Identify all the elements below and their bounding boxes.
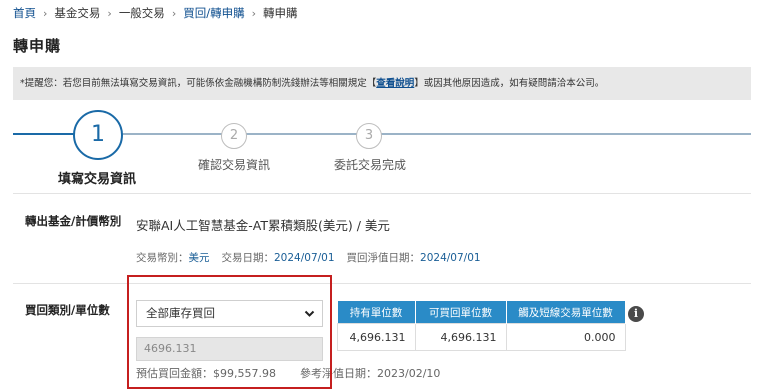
breadcrumb-general-trade: 一般交易 bbox=[118, 6, 165, 20]
breadcrumb-redeem-switch[interactable]: 買回/轉申購 bbox=[183, 5, 244, 21]
divider bbox=[13, 193, 751, 194]
table-header-row: 持有單位數 可買回單位數 觸及短線交易單位數 bbox=[337, 301, 626, 324]
nav-date-label: 買回淨值日期： bbox=[346, 252, 421, 264]
short-term-units: 0.000 bbox=[505, 323, 626, 351]
notice-banner: *提醒您：若您目前無法填寫交易資訊，可能係依金融機構防制洗錢辦法等相關規定【查看… bbox=[13, 67, 751, 100]
breadcrumb-separator: › bbox=[171, 6, 177, 20]
ref-date-value: 2023/02/10 bbox=[377, 367, 441, 380]
notice-suffix: 】或因其他原因造成，如有疑問請洽本公司。 bbox=[414, 78, 605, 89]
divider bbox=[13, 283, 751, 284]
notice-prefix: *提醒您：若您目前無法填寫交易資訊，可能係依金融機構防制洗錢辦法等相關規定【 bbox=[20, 78, 377, 89]
stepper-track bbox=[13, 133, 751, 135]
breadcrumb-home[interactable]: 首頁 bbox=[13, 5, 36, 21]
breadcrumb: 首頁 › 基金交易 › 一般交易 › 買回/轉申購 › 轉申購 bbox=[13, 5, 298, 21]
info-icon[interactable]: i bbox=[628, 306, 644, 322]
step-2-circle: 2 bbox=[221, 123, 247, 149]
transfer-out-label: 轉出基金/計價幣別 bbox=[25, 214, 122, 228]
breadcrumb-fund-trade: 基金交易 bbox=[54, 6, 101, 20]
notice-help-link[interactable]: 查看說明 bbox=[376, 78, 414, 89]
trade-date-label: 交易日期： bbox=[221, 252, 275, 264]
redeemable-units: 4,696.131 bbox=[414, 323, 507, 351]
currency-value: 美元 bbox=[188, 252, 210, 264]
table-header: 可買回單位數 bbox=[415, 301, 507, 324]
trade-date-value: 2024/07/01 bbox=[274, 252, 335, 264]
units-table: 持有單位數 可買回單位數 觸及短線交易單位數 4,696.131 4,696.1… bbox=[337, 301, 626, 351]
step-1-circle: 1 bbox=[73, 110, 123, 160]
step-1-label: 填寫交易資訊 bbox=[58, 172, 137, 187]
breadcrumb-separator: › bbox=[251, 6, 256, 20]
nav-date-value: 2024/07/01 bbox=[420, 252, 481, 264]
held-units: 4,696.131 bbox=[337, 323, 416, 351]
breadcrumb-separator: › bbox=[43, 6, 48, 20]
table-header: 觸及短線交易單位數 bbox=[506, 301, 626, 324]
page-title: 轉申購 bbox=[13, 37, 62, 55]
currency-label: 交易幣別： bbox=[136, 252, 189, 264]
table-header: 持有單位數 bbox=[337, 301, 416, 324]
breadcrumb-separator: › bbox=[107, 6, 112, 20]
fund-name: 安聯AI人工智慧基金-AT累積類股(美元) / 美元 bbox=[136, 218, 390, 233]
table-row: 4,696.131 4,696.131 0.000 bbox=[337, 323, 626, 351]
highlight-box bbox=[127, 275, 332, 389]
step-3-circle: 3 bbox=[356, 123, 382, 149]
step-3-label: 委託交易完成 bbox=[334, 158, 407, 172]
breadcrumb-current: 轉申購 bbox=[263, 6, 298, 20]
redemption-label: 買回類別/單位數 bbox=[25, 303, 110, 317]
trade-meta: 交易幣別：美元 交易日期：2024/07/01 買回淨值日期：2024/07/01 bbox=[136, 250, 481, 265]
step-2-label: 確認交易資訊 bbox=[198, 158, 271, 172]
